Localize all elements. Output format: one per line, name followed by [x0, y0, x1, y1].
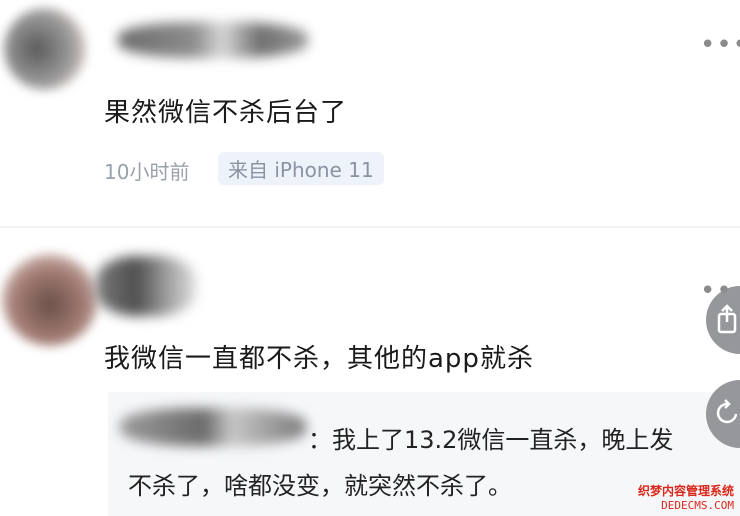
comment-body: 我微信一直都不杀，其他的app就杀 — [104, 344, 534, 374]
reply-username-redacted[interactable] — [120, 408, 306, 446]
reply-line-2: 不杀了，啥都没变，就突然不杀了。 — [128, 472, 512, 500]
username-redacted[interactable] — [96, 256, 196, 316]
share-icon — [717, 304, 737, 334]
reply-line-1: ：我上了13.2微信一直杀，晚上发 — [308, 426, 674, 454]
watermark-cn: 织梦内容管理系统 — [637, 484, 734, 498]
comment-item: •• 我微信一直都不杀，其他的app就杀 ：我上了13.2微信一直杀，晚上发 不… — [0, 0, 740, 516]
watermark: 织梦内容管理系统 DEDECMS.COM — [638, 482, 734, 512]
avatar[interactable] — [2, 254, 98, 346]
refresh-icon — [716, 399, 738, 424]
watermark-en: DEDECMS.COM — [661, 499, 734, 512]
